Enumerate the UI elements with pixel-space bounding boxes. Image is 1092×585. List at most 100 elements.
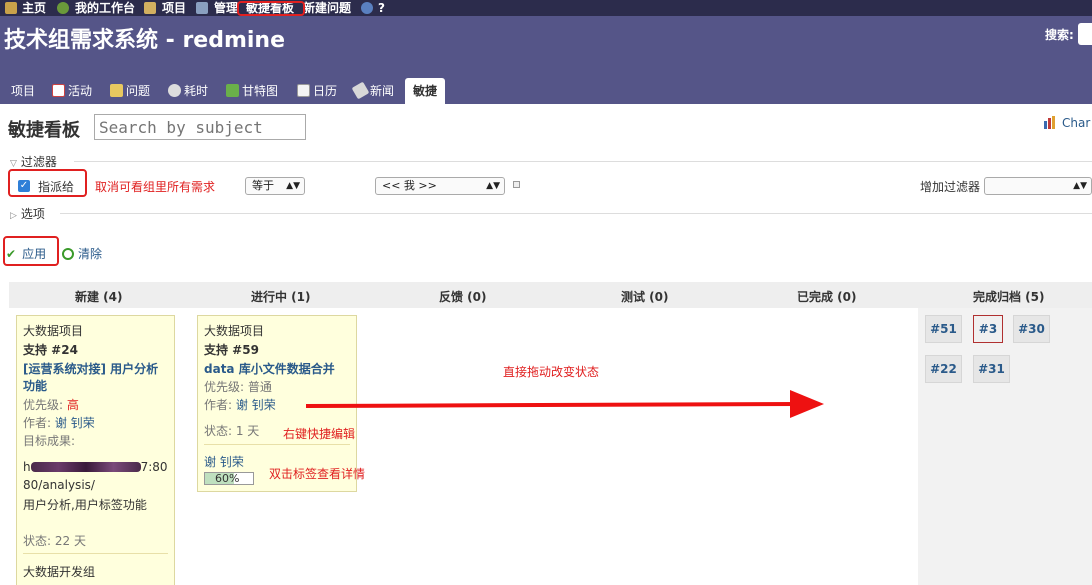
issue-card-24[interactable]: 大数据项目 支持 #24 [运营系统对接] 用户分析 功能 优先级: 高 作者:… bbox=[16, 315, 175, 585]
clear-label: 清除 bbox=[78, 247, 103, 261]
toggle-multiselect-icon[interactable] bbox=[513, 181, 520, 188]
projects-icon bbox=[144, 2, 156, 14]
author-label: 作者: bbox=[204, 398, 233, 412]
tab-label: 活动 bbox=[68, 84, 93, 98]
search-label: 搜索: bbox=[1045, 28, 1074, 42]
assignee-value-select[interactable]: << 我 >> ▲▼ bbox=[375, 177, 505, 195]
card-next-project: 大数据开发组 bbox=[23, 565, 96, 579]
tab-time[interactable]: 耗时 bbox=[168, 78, 208, 104]
card-subject-continued[interactable]: 功能 bbox=[23, 377, 47, 394]
annotation-right-click: 右键快捷编辑 bbox=[283, 427, 356, 441]
page-title: 敏捷看板 bbox=[8, 120, 80, 141]
column-header-new: 新建 (4) bbox=[75, 290, 123, 304]
card-tracker-id[interactable]: 支持 #59 bbox=[204, 341, 259, 358]
top-menu-my-page[interactable]: 我的工作台 bbox=[75, 0, 135, 16]
progress-text: 60% bbox=[215, 472, 240, 485]
wrench-icon bbox=[196, 2, 208, 14]
card-tracker-id[interactable]: 支持 #24 bbox=[23, 341, 78, 358]
card-description: 用户分析,用户标签功能 bbox=[23, 498, 147, 512]
column-header-archived: 完成归档 (5) bbox=[973, 290, 1045, 304]
top-menu-admin[interactable]: 管理 bbox=[214, 0, 238, 16]
card-priority: 优先级: 普通 bbox=[204, 378, 272, 395]
tab-projects[interactable]: 项目 bbox=[11, 78, 35, 104]
annotation-cancel-filter: 取消可看组里所有需求 bbox=[95, 180, 216, 194]
assignee-value: << 我 >> bbox=[382, 179, 437, 192]
chart-icon bbox=[1044, 116, 1055, 129]
subject-search-input[interactable] bbox=[94, 114, 306, 140]
redacted-mark bbox=[30, 462, 141, 472]
column-header-testing: 测试 (0) bbox=[621, 290, 669, 304]
content: 敏捷看板 Char ▽过滤器 ✓ 指派给 取消可看组里所有需求 等于▲▼ << … bbox=[0, 104, 1092, 585]
add-filter-select[interactable]: ▲▼ bbox=[984, 177, 1092, 195]
drag-arrow bbox=[305, 390, 824, 418]
card-author: 作者: 谢 钊荣 bbox=[23, 414, 95, 431]
tab-label: 项目 bbox=[11, 84, 36, 98]
archived-issue-51[interactable]: #51 bbox=[925, 315, 962, 343]
global-search-input[interactable] bbox=[1078, 23, 1092, 45]
author-label: 作者: bbox=[23, 416, 52, 430]
chart-link[interactable]: Char bbox=[1044, 116, 1090, 130]
top-menu-projects[interactable]: 项目 bbox=[162, 0, 186, 16]
select-arrow-icon: ▲▼ bbox=[1073, 181, 1087, 191]
filters-legend[interactable]: ▽ 过滤器 bbox=[10, 153, 57, 170]
help-icon bbox=[361, 2, 373, 14]
card-url: h 7:80 bbox=[23, 460, 168, 474]
select-arrow-icon: ▲▼ bbox=[286, 181, 300, 191]
column-header-in-progress: 进行中 (1) bbox=[251, 290, 311, 304]
card-status-age: 状态: 1 天 bbox=[204, 424, 260, 438]
tab-label: 新闻 bbox=[370, 84, 395, 98]
highlight-agile-menu bbox=[237, 1, 305, 16]
clear-button[interactable]: 清除 bbox=[62, 245, 102, 262]
expand-triangle-icon: ▷ bbox=[10, 211, 17, 221]
card-subject[interactable]: data 库小文件数据合并 bbox=[204, 360, 335, 377]
author-link[interactable]: 谢 钊荣 bbox=[236, 398, 276, 412]
top-menu-new-issue[interactable]: 新建问题 bbox=[303, 0, 351, 16]
card-separator bbox=[23, 553, 168, 554]
tab-agile[interactable]: 敏捷 bbox=[405, 78, 446, 104]
issues-icon bbox=[110, 84, 123, 97]
select-arrow-icon: ▲▼ bbox=[486, 181, 500, 191]
operator-value: 等于 bbox=[252, 179, 274, 192]
card-assignee[interactable]: 谢 钊荣 bbox=[204, 453, 244, 470]
tab-issues[interactable]: 问题 bbox=[110, 78, 150, 104]
options-legend-label: 选项 bbox=[20, 207, 45, 221]
archived-issue-31[interactable]: #31 bbox=[973, 355, 1010, 383]
activity-icon bbox=[52, 84, 65, 97]
calendar-icon bbox=[297, 84, 310, 97]
clock-icon bbox=[168, 84, 181, 97]
tab-calendar[interactable]: 日历 bbox=[297, 78, 337, 104]
tab-gantt[interactable]: 甘特图 bbox=[226, 78, 278, 104]
highlight-assigned-filter bbox=[8, 169, 87, 197]
author-link[interactable]: 谢 钊荣 bbox=[55, 416, 95, 430]
tab-label: 问题 bbox=[126, 84, 151, 98]
card-project: 大数据项目 bbox=[204, 324, 265, 338]
tab-activity[interactable]: 活动 bbox=[52, 78, 92, 104]
card-subject[interactable]: [运营系统对接] 用户分析 bbox=[23, 360, 158, 377]
tab-label: 耗时 bbox=[184, 84, 209, 98]
site-title: 技术组需求系统 - redmine bbox=[4, 28, 286, 53]
tab-label: 甘特图 bbox=[242, 84, 279, 98]
tab-label: 敏捷 bbox=[413, 84, 438, 98]
card-author: 作者: 谢 钊荣 bbox=[204, 396, 276, 413]
operator-select[interactable]: 等于 ▲▼ bbox=[245, 177, 305, 195]
card-progress-bar: 60% bbox=[204, 472, 254, 485]
card-url-line2: 80/analysis/ bbox=[23, 478, 95, 492]
top-menu-help[interactable]: ? bbox=[378, 0, 385, 16]
top-menu: 主页 我的工作台 项目 管理 敏捷看板 新建问题 ? bbox=[0, 0, 1092, 16]
tab-label: 日历 bbox=[313, 84, 338, 98]
card-status-age: 状态: 22 天 bbox=[23, 534, 86, 548]
card-target-label: 目标成果: bbox=[23, 434, 76, 448]
filters-divider bbox=[74, 161, 1092, 162]
priority-label: 优先级: bbox=[23, 398, 64, 412]
options-legend[interactable]: ▷ 选项 bbox=[10, 205, 45, 222]
filters-legend-label: 过滤器 bbox=[20, 155, 57, 169]
board-header: 新建 (4) 进行中 (1) 反馈 (0) 测试 (0) 已完成 (0) 完成归… bbox=[9, 282, 1092, 308]
archived-issue-3[interactable]: #3 bbox=[973, 315, 1003, 343]
top-menu-home[interactable]: 主页 bbox=[22, 0, 46, 16]
annotation-drag: 直接拖动改变状态 bbox=[503, 365, 600, 379]
url-suffix: 7:80 bbox=[140, 460, 168, 474]
archived-issue-30[interactable]: #30 bbox=[1013, 315, 1050, 343]
archived-issue-22[interactable]: #22 bbox=[925, 355, 962, 383]
tab-news[interactable]: 新闻 bbox=[351, 78, 395, 104]
card-separator bbox=[204, 444, 350, 445]
